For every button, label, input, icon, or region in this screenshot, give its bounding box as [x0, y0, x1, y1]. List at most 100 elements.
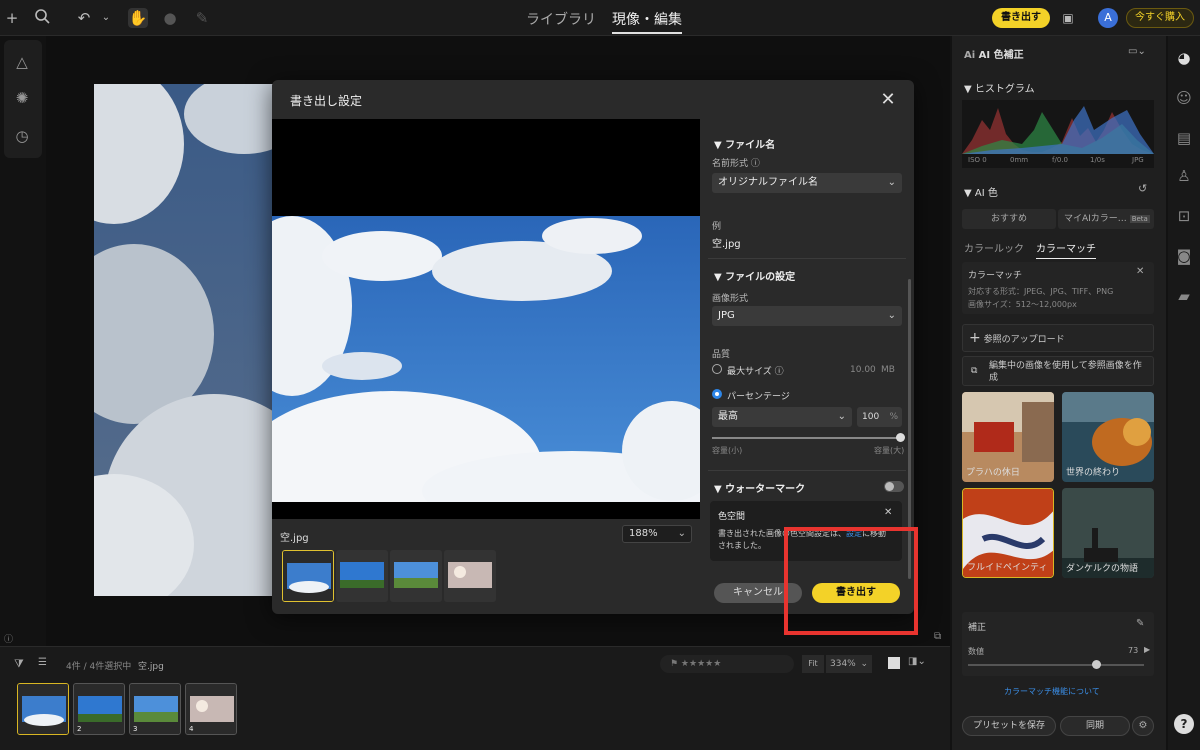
example-value: 空.jpg	[712, 239, 741, 250]
upload-reference-button[interactable]: + 参照のアップロード	[962, 324, 1154, 352]
preview-area	[272, 119, 700, 519]
undo-icon[interactable]: ↶	[74, 8, 94, 28]
histogram-meta: ISO 0 0mm f/0.0 1/0s JPG	[968, 156, 1154, 164]
chevron-down-icon: ⌄	[887, 310, 896, 321]
buy-now-button[interactable]: 今すぐ購入	[1126, 8, 1194, 28]
amount-slider-thumb[interactable]	[1092, 660, 1102, 669]
dial-icon[interactable]: ✺	[12, 88, 32, 108]
fit-button[interactable]: Fit	[802, 655, 824, 673]
max-size-radio[interactable]	[712, 364, 722, 374]
panel-toggle-icon[interactable]: ⧉	[934, 631, 941, 642]
look-dunkirk[interactable]: ダンケルクの物語	[1062, 488, 1154, 578]
name-format-select[interactable]: オリジナルファイル名 ⌄	[712, 173, 902, 193]
preview-zoom-select[interactable]: 188% ⌄	[622, 525, 692, 543]
camera-icon[interactable]: ◙	[1174, 246, 1194, 266]
amount-label: 数値	[968, 647, 984, 656]
quality-percent-input[interactable]: 100%	[857, 407, 902, 427]
palette-icon[interactable]: ◕	[1174, 48, 1194, 68]
tab-recommended[interactable]: おすすめ	[962, 209, 1056, 229]
canvas-image[interactable]	[94, 84, 274, 596]
face-icon[interactable]: ☺	[1174, 88, 1194, 108]
filmstrip-thumbnail[interactable]: 4	[185, 683, 237, 735]
look-fluid-painting[interactable]: フルイドペインティ	[962, 488, 1054, 578]
compare-view-icon[interactable]: ◨⌄	[908, 656, 926, 667]
amount-slider-track[interactable]	[968, 664, 1144, 666]
export-thumbnail[interactable]	[444, 550, 496, 602]
image-format-value: JPG	[718, 310, 735, 321]
file-settings-section[interactable]: ▼ ファイルの設定	[714, 268, 795, 283]
watermark-toggle[interactable]	[884, 481, 904, 492]
export-thumbnail[interactable]	[390, 550, 442, 602]
watermark-section[interactable]: ▼ ウォーターマーク	[714, 480, 805, 495]
quality-slider-track[interactable]	[712, 437, 900, 439]
export-thumbnail[interactable]	[336, 550, 388, 602]
amount-value[interactable]: 73	[1128, 646, 1138, 655]
left-tool-strip: △ ✺ ◷	[4, 40, 42, 158]
current-filename: 空.jpg	[138, 662, 164, 672]
reset-icon[interactable]: ↺	[1138, 182, 1147, 195]
ai-color-section[interactable]: ▼ AI 色	[964, 184, 998, 199]
slider-max-label: 容量(大)	[874, 446, 905, 455]
info-icon[interactable]: ⓘ	[4, 632, 13, 645]
look-label: フルイドペインティ	[967, 563, 1048, 573]
add-icon[interactable]: +	[2, 8, 22, 28]
file-name-section[interactable]: ▼ ファイル名	[714, 136, 775, 151]
close-icon[interactable]: ✕	[884, 507, 892, 518]
hand-tool-icon[interactable]: ✋	[128, 8, 148, 28]
tab-library[interactable]: ライブラリ	[526, 9, 596, 29]
look-end-of-world[interactable]: 世界の終わり	[1062, 392, 1154, 482]
tab-color-look[interactable]: カラールック	[964, 240, 1024, 255]
avatar[interactable]: A	[1098, 8, 1118, 28]
close-icon[interactable]: ✕	[1136, 266, 1144, 277]
image-format-select[interactable]: JPG ⌄	[712, 306, 902, 326]
compare-icon[interactable]: ▣	[1058, 8, 1078, 28]
supported-formats: 対応する形式：JPEG、JPG、TIFF、PNG	[968, 287, 1114, 296]
sync-settings-icon[interactable]: ⚙	[1132, 716, 1154, 736]
folder-icon[interactable]: ▰	[1174, 286, 1194, 306]
histogram-section[interactable]: ▼ ヒストグラム	[964, 80, 1035, 95]
crop-icon[interactable]: ⊡	[1174, 206, 1194, 226]
search-icon[interactable]	[32, 8, 52, 28]
use-current-image-button[interactable]: ⧉ 編集中の画像を使用して参照画像を作成	[962, 356, 1154, 386]
tab-my-ai-color[interactable]: マイAIカラー… Beta	[1058, 209, 1154, 229]
zoom-select[interactable]: 334% ⌄	[826, 655, 872, 673]
look-prague[interactable]: プラハの休日	[962, 392, 1054, 482]
sort-icon[interactable]: ☰	[38, 657, 47, 668]
close-icon[interactable]: ✕	[876, 88, 900, 112]
single-view-icon[interactable]	[888, 657, 900, 669]
panel-header: Ai AI 色補正	[964, 46, 1024, 61]
about-colormatch-link[interactable]: カラーマッチ機能について	[1004, 686, 1100, 697]
sync-button[interactable]: 同期	[1060, 716, 1130, 736]
layers-icon[interactable]: ▤	[1174, 128, 1194, 148]
hist-format: JPG	[1132, 156, 1144, 164]
preview-filename: 空.jpg	[280, 533, 309, 544]
edit-icon[interactable]: ✎	[1136, 618, 1144, 629]
filmstrip-thumbnail[interactable]: 3	[129, 683, 181, 735]
rating-stars[interactable]: ⚑ ★★★★★	[660, 655, 794, 673]
save-preset-button[interactable]: プリセットを保存	[962, 716, 1056, 736]
ai-color-section-label: AI 色	[974, 188, 998, 199]
panel-layout-icon[interactable]: ▭⌄	[1128, 46, 1146, 57]
filmstrip-thumbnail[interactable]: 2	[73, 683, 125, 735]
history-icon[interactable]: ◷	[12, 126, 32, 146]
shirt-icon[interactable]: ♙	[1174, 166, 1194, 186]
tab-develop-edit[interactable]: 現像・編集	[612, 9, 682, 34]
info-icon: ⓘ	[774, 367, 784, 377]
max-size-value[interactable]: 10.00	[850, 365, 876, 375]
topbar-export-button[interactable]: 書き出す	[992, 8, 1050, 28]
play-icon[interactable]: ▶	[1144, 645, 1150, 654]
tab-color-match[interactable]: カラーマッチ	[1036, 240, 1096, 259]
quality-preset-select[interactable]: 最高 ⌄	[712, 407, 852, 427]
undo-history-chevron-icon[interactable]: ⌄	[96, 8, 116, 28]
divider	[708, 470, 906, 471]
percentage-radio[interactable]	[712, 389, 722, 399]
filmstrip-thumbnail[interactable]	[17, 683, 69, 735]
thumbnail-number: 4	[189, 725, 194, 733]
filter-icon[interactable]: ⧩	[14, 657, 24, 671]
ai-triangle-icon[interactable]: △	[12, 52, 32, 72]
stamp-tool-icon[interactable]: ●	[160, 8, 180, 28]
export-thumbnail[interactable]	[282, 550, 334, 602]
help-icon[interactable]: ?	[1174, 714, 1194, 734]
quality-slider-thumb[interactable]	[896, 433, 905, 442]
brush-tool-icon[interactable]: ✎	[192, 8, 212, 28]
